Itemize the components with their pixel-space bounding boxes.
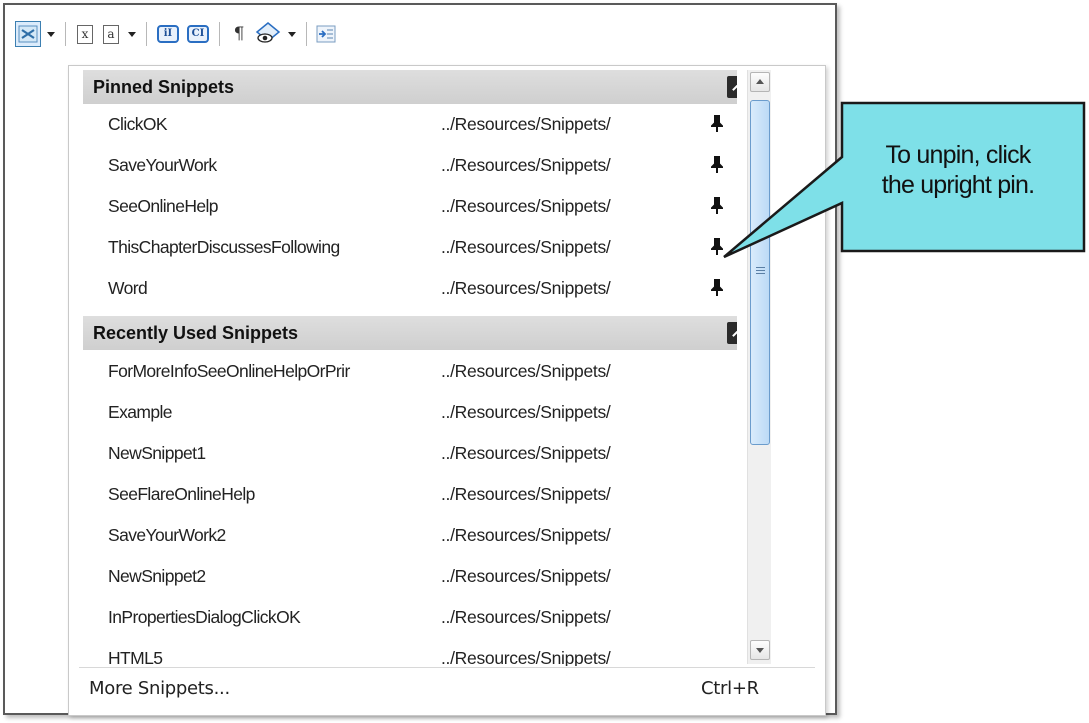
toolbar: x a iI CI ¶ xyxy=(15,19,341,49)
callout-text: To unpin, click the upright pin. xyxy=(844,140,1072,200)
callout-bubble xyxy=(723,101,1086,259)
scroll-down-arrow-icon[interactable] xyxy=(750,640,770,660)
pinned-snippet-row[interactable]: ThisChapterDiscussesFollowing ../Resourc… xyxy=(83,227,737,267)
snippet-name: SeeFlareOnlineHelp xyxy=(108,483,255,504)
snippet-name: Word xyxy=(108,277,148,298)
toolbar-separator xyxy=(146,22,147,46)
snippet-path: ../Resources/Snippets/ xyxy=(441,401,611,422)
pinned-snippet-row[interactable]: SeeOnlineHelp ../Resources/Snippets/ xyxy=(83,186,737,226)
pinned-snippets-header: Pinned Snippets xyxy=(83,70,737,104)
pinned-snippets-title: Pinned Snippets xyxy=(93,76,235,97)
recent-snippets-title: Recently Used Snippets xyxy=(93,322,299,343)
snippet-name: NewSnippet1 xyxy=(108,442,206,463)
show-marks-button[interactable]: ¶ xyxy=(228,22,250,46)
insert-snippet-dropdown[interactable] xyxy=(45,22,57,46)
excel-doc-button[interactable]: x xyxy=(74,22,96,46)
callout-line-1: To unpin, click xyxy=(885,141,1031,169)
recent-snippets-header: Recently Used Snippets xyxy=(83,316,737,350)
recent-snippet-row[interactable]: HTML5 ../Resources/Snippets/ xyxy=(83,638,737,667)
preview-dropdown[interactable] xyxy=(286,22,298,46)
recent-snippet-row[interactable]: ForMoreInfoSeeOnlineHelpOrPrir ../Resour… xyxy=(83,351,737,391)
more-snippets-item[interactable]: More Snippets... xyxy=(89,678,230,699)
ci-icon: CI xyxy=(187,25,209,43)
text-doc-dropdown[interactable] xyxy=(126,22,138,46)
snippet-name: HTML5 xyxy=(108,647,163,667)
snippet-path: ../Resources/Snippets/ xyxy=(441,277,611,298)
ii-icon: iI xyxy=(157,25,179,43)
eye-diamond-icon xyxy=(255,22,281,43)
callout: To unpin, click the upright pin. xyxy=(710,95,1089,305)
text-doc-button[interactable]: a xyxy=(100,22,122,46)
insert-icon xyxy=(316,25,336,43)
snippet-name: ForMoreInfoSeeOnlineHelpOrPrir xyxy=(108,360,350,381)
pinned-snippet-row[interactable]: Word ../Resources/Snippets/ xyxy=(83,268,737,308)
snippet-name: SeeOnlineHelp xyxy=(108,195,219,216)
snippet-name: InPropertiesDialogClickOK xyxy=(108,606,301,627)
footer-divider xyxy=(79,667,815,668)
snippet-path: ../Resources/Snippets/ xyxy=(441,524,611,545)
ci-button[interactable]: CI xyxy=(185,22,211,46)
collapse-recent-button[interactable] xyxy=(727,322,737,344)
more-snippets-shortcut: Ctrl+R xyxy=(701,678,759,699)
pinned-snippet-row[interactable]: SaveYourWork ../Resources/Snippets/ xyxy=(83,145,737,185)
snippet-icon xyxy=(18,25,38,43)
snippet-name: SaveYourWork2 xyxy=(108,524,226,545)
recent-snippet-row[interactable]: NewSnippet1 ../Resources/Snippets/ xyxy=(83,433,737,473)
pilcrow-icon: ¶ xyxy=(233,24,245,44)
ii-button[interactable]: iI xyxy=(155,22,181,46)
snippet-path: ../Resources/Snippets/ xyxy=(441,565,611,586)
snippet-name: ClickOK xyxy=(108,113,168,134)
snippet-path: ../Resources/Snippets/ xyxy=(441,442,611,463)
recent-snippet-row[interactable]: Example ../Resources/Snippets/ xyxy=(83,392,737,432)
text-doc-icon: a xyxy=(103,24,119,44)
snippet-path: ../Resources/Snippets/ xyxy=(441,236,611,257)
scroll-up-arrow-icon[interactable] xyxy=(750,72,770,92)
insert-button[interactable] xyxy=(315,22,337,46)
snippet-path: ../Resources/Snippets/ xyxy=(441,360,611,381)
recent-snippet-row[interactable]: InPropertiesDialogClickOK ../Resources/S… xyxy=(83,597,737,637)
toolbar-separator xyxy=(219,22,220,46)
recent-snippet-row[interactable]: NewSnippet2 ../Resources/Snippets/ xyxy=(83,556,737,596)
snippet-list: Pinned Snippets ClickOK ../Resources/Sni… xyxy=(83,66,737,666)
recent-snippet-row[interactable]: SaveYourWork2 ../Resources/Snippets/ xyxy=(83,515,737,555)
pinned-snippet-row[interactable]: ClickOK ../Resources/Snippets/ xyxy=(83,104,737,144)
snippet-path: ../Resources/Snippets/ xyxy=(441,195,611,216)
callout-line-2: the upright pin. xyxy=(881,171,1035,199)
snippet-name: ThisChapterDiscussesFollowing xyxy=(108,236,340,257)
insert-snippet-button[interactable] xyxy=(15,21,41,47)
snippet-path: ../Resources/Snippets/ xyxy=(441,113,611,134)
snippet-path: ../Resources/Snippets/ xyxy=(441,154,611,175)
snippet-name: SaveYourWork xyxy=(108,154,217,175)
snippet-path: ../Resources/Snippets/ xyxy=(441,647,611,667)
snippet-name: NewSnippet2 xyxy=(108,565,206,586)
recent-snippet-row[interactable]: SeeFlareOnlineHelp ../Resources/Snippets… xyxy=(83,474,737,514)
snippet-path: ../Resources/Snippets/ xyxy=(441,606,611,627)
snippet-path: ../Resources/Snippets/ xyxy=(441,483,611,504)
excel-doc-icon: x xyxy=(77,24,93,44)
preview-button[interactable] xyxy=(254,22,282,46)
snippet-name: Example xyxy=(108,401,172,422)
toolbar-separator xyxy=(65,22,66,46)
toolbar-separator xyxy=(306,22,307,46)
